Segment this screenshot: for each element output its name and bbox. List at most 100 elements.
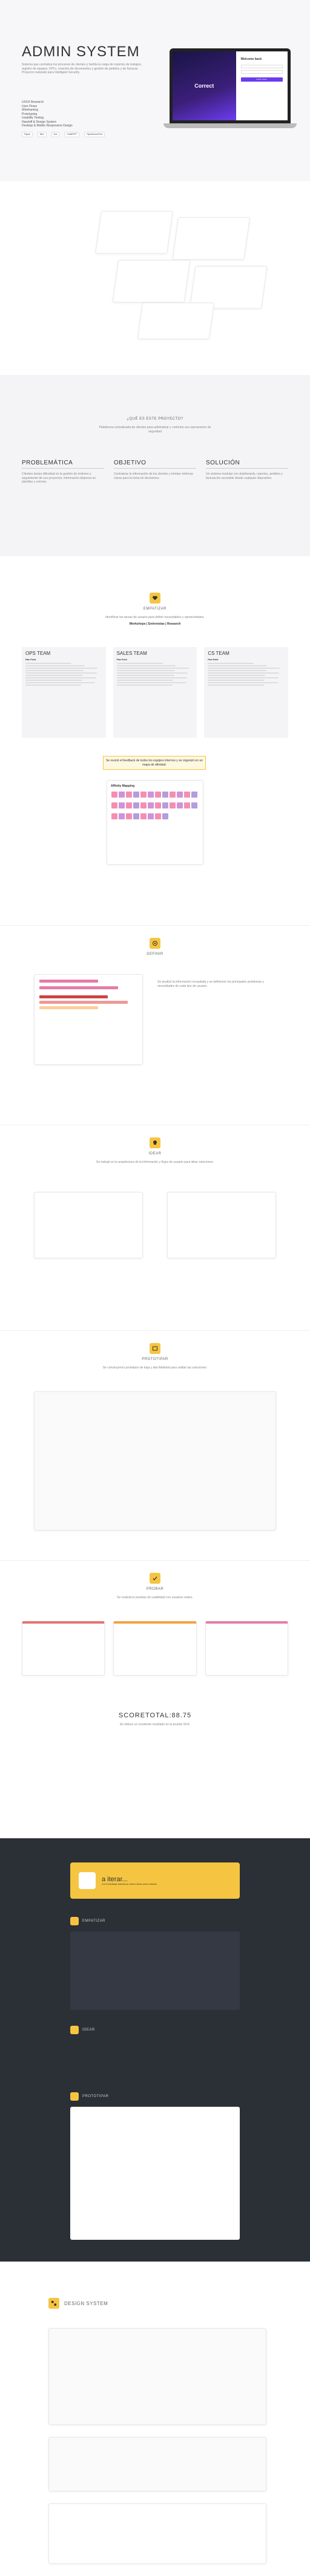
team-subtitle: Pain Point xyxy=(25,659,36,661)
define-icon xyxy=(150,938,160,949)
test-icon xyxy=(150,1573,160,1584)
affinity-sticky xyxy=(126,792,132,798)
team-column: CS TEAM Pain Point xyxy=(204,647,289,738)
iterate-banner: a iterar... Con el feedback obtenido se … xyxy=(70,1862,240,1899)
hero-title: ADMIN SYSTEM xyxy=(22,44,140,60)
project-section: ¿QUÉ ES ESTE PROYECTO? Plataforma centra… xyxy=(0,375,310,556)
project-column-title: SOLUCIÓN xyxy=(206,460,288,469)
team-subtitle: Pain Point xyxy=(116,659,127,661)
prototype-text: Se construyeron prototipos de baja y alt… xyxy=(102,1366,208,1370)
project-column: OBJETIVO Centralizar la información de lo… xyxy=(114,460,196,484)
ds-ui-kit xyxy=(48,2437,266,2491)
prototype-label: PROTOTIPAR xyxy=(142,1358,168,1361)
design-system-icon xyxy=(48,2298,59,2309)
affinity-map: Affinity Mapping xyxy=(107,780,203,865)
empathize-methods: Workshops | Entrevistas | Research xyxy=(129,622,181,626)
iterate-section: a iterar... Con el feedback obtenido se … xyxy=(0,1838,310,2262)
role-item: Desktop & Mobile Responsive Design xyxy=(22,124,73,128)
test-score-text: Se obtuvo un excelente resultado en la p… xyxy=(119,1723,191,1726)
affinity-sticky xyxy=(177,802,183,808)
iterate-prototype-icon xyxy=(70,2092,79,2101)
screens-collage xyxy=(0,200,310,357)
affinity-sticky xyxy=(133,792,139,798)
project-column-title: PROBLEMÁTICA xyxy=(22,460,104,469)
affinity-sticky xyxy=(177,792,183,798)
tool-badge: Figma xyxy=(22,132,33,137)
ideate-section: IDEAR Se trabajó en la arquitectura de l… xyxy=(0,1125,310,1318)
team-title: CS TEAM xyxy=(208,651,229,656)
empathize-note: Se reunió el feedback de todos los equip… xyxy=(103,756,206,770)
empathize-intro: Identificar las tareas de usuario para d… xyxy=(105,616,205,619)
affinity-title: Affinity Mapping xyxy=(111,784,135,788)
affinity-sticky xyxy=(140,792,147,798)
login-button[interactable]: Iniciar sesión xyxy=(240,77,283,82)
test-card-2 xyxy=(113,1621,197,1676)
affinity-sticky xyxy=(184,802,190,808)
empathize-icon xyxy=(150,593,160,603)
test-card-3 xyxy=(205,1621,288,1676)
affinity-sticky xyxy=(126,813,132,819)
affinity-sticky xyxy=(148,813,154,819)
hero-description: Sistema que centraliza los procesos de c… xyxy=(22,63,142,74)
team-column: SALES TEAM Pain Point xyxy=(113,647,197,738)
affinity-sticky xyxy=(119,813,125,819)
ideate-flow xyxy=(167,1192,276,1258)
affinity-sticky xyxy=(148,792,154,798)
project-column-text: Centralizar la información de los client… xyxy=(114,472,193,480)
affinity-sticky xyxy=(155,802,161,808)
ideate-label: IDEAR xyxy=(148,1152,162,1156)
prototype-section: PROTOTIPAR Se construyeron prototipos de… xyxy=(0,1330,310,1548)
project-intro: Plataforma centralizada de clientes para… xyxy=(99,426,211,434)
affinity-sticky xyxy=(162,813,168,819)
ideate-text: Se trabajó en la arquitectura de la info… xyxy=(96,1160,214,1164)
project-label: ¿QUÉ ES ESTE PROYECTO? xyxy=(127,417,183,421)
prototype-wireframes xyxy=(34,1391,276,1530)
team-subtitle: Pain Point xyxy=(208,659,219,661)
login-brand: Correct xyxy=(194,83,214,89)
test-text: Se realizaron pruebas de usabilidad con … xyxy=(117,1596,193,1599)
tool-badge: Jira xyxy=(51,132,60,137)
test-card-1 xyxy=(22,1621,105,1676)
define-section: DEFINIR Se analizó la información recopi… xyxy=(0,925,310,1107)
project-column: PROBLEMÁTICA Clientes tenían dificultad e… xyxy=(22,460,104,484)
ds-components xyxy=(48,2328,266,2425)
empathize-label: EMPATIZAR xyxy=(143,607,167,611)
affinity-sticky xyxy=(119,792,125,798)
iterate-step-3: PROTOTIPAR xyxy=(70,2092,240,2240)
affinity-sticky xyxy=(133,802,139,808)
iterate-ideate-icon xyxy=(70,2026,79,2034)
prototype-icon xyxy=(150,1343,160,1354)
define-text: Se analizó la información recopilada y s… xyxy=(157,980,264,988)
test-label: PROBAR xyxy=(146,1587,164,1591)
tool-badge: Miro xyxy=(37,132,47,137)
affinity-sticky xyxy=(191,802,197,808)
laptop-mockup: Correct Welcome back Iniciar sesión xyxy=(163,48,297,133)
roles-list: UX/UI Research User Flows Wireframing Proto… xyxy=(22,100,94,128)
affinity-sticky xyxy=(111,813,117,819)
iterate-empathize-icon xyxy=(70,1917,79,1925)
affinity-sticky xyxy=(170,792,176,798)
affinity-sticky xyxy=(170,802,176,808)
iterate-title: a iterar... xyxy=(102,1875,128,1883)
affinity-sticky xyxy=(162,792,168,798)
affinity-sticky xyxy=(155,792,161,798)
affinity-sticky xyxy=(162,802,168,808)
team-column: OPS TEAM Pain Point xyxy=(22,647,106,738)
tools-list: Figma Miro Jira ChatPGPT OpenSourceTool xyxy=(22,132,105,137)
login-email-field[interactable] xyxy=(240,65,283,68)
project-column-text: Clientes tenían dificultad en la gestión… xyxy=(22,472,96,484)
affinity-sticky xyxy=(119,802,125,808)
define-board xyxy=(34,974,143,1065)
tool-badge: OpenSourceTool xyxy=(84,132,105,137)
project-column-title: OBJETIVO xyxy=(114,460,196,469)
tool-badge: ChatPGPT xyxy=(64,132,80,137)
affinity-sticky xyxy=(184,792,190,798)
affinity-sticky xyxy=(140,802,147,808)
affinity-sticky xyxy=(148,802,154,808)
affinity-sticky xyxy=(126,802,132,808)
define-label: DEFINIR xyxy=(147,952,163,956)
iterate-step-2: IDEAR xyxy=(70,2026,240,2083)
iterate-text: Con el feedback obtenido se volvió a ite… xyxy=(102,1882,157,1885)
login-password-field[interactable] xyxy=(240,70,283,74)
affinity-sticky xyxy=(155,813,161,819)
